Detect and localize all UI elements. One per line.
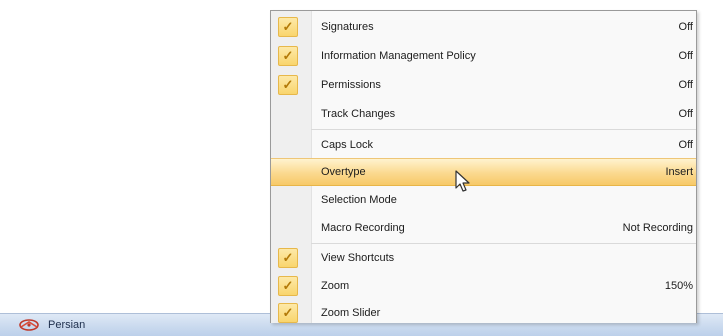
- language-label: Persian: [48, 319, 86, 331]
- menu-item-value: Off: [678, 79, 693, 91]
- menu-item-caps-lock[interactable]: Caps Lock Off: [271, 131, 696, 159]
- menu-item-permissions[interactable]: ✓ Permissions Off: [271, 71, 696, 99]
- menu-item-label: View Shortcuts: [321, 252, 395, 264]
- menu-item-information-management-policy[interactable]: ✓ Information Management Policy Off: [271, 42, 696, 70]
- menu-item-zoom-slider[interactable]: ✓ Zoom Slider: [271, 299, 696, 327]
- menu-item-zoom[interactable]: ✓ Zoom 150%: [271, 272, 696, 300]
- menu-item-label: Information Management Policy: [321, 50, 476, 62]
- menu-item-label: Zoom: [321, 280, 350, 292]
- menu-item-value: Off: [678, 139, 693, 151]
- menu-item-macro-recording[interactable]: Macro Recording Not Recording: [271, 214, 696, 242]
- language-icon: [19, 319, 39, 331]
- checkmark-icon: ✓: [278, 248, 298, 268]
- menu-item-label: Permissions: [321, 79, 381, 91]
- status-bar-customize-menu: ✓ Signatures Off ✓ Information Managemen…: [270, 10, 697, 323]
- language-indicator[interactable]: Persian: [18, 317, 85, 333]
- menu-item-overtype[interactable]: Overtype Insert: [271, 158, 696, 186]
- menu-item-label: Macro Recording: [321, 222, 405, 234]
- checkmark-icon: ✓: [278, 46, 298, 66]
- menu-item-signatures[interactable]: ✓ Signatures Off: [271, 13, 696, 41]
- menu-item-value: Off: [678, 21, 693, 33]
- menu-item-track-changes[interactable]: Track Changes Off: [271, 100, 696, 128]
- menu-item-value: Off: [678, 108, 693, 120]
- mouse-pointer-icon: [455, 170, 470, 192]
- menu-separator: [311, 129, 696, 130]
- menu-item-value: Off: [678, 50, 693, 62]
- checkmark-icon: ✓: [278, 276, 298, 296]
- menu-item-view-shortcuts[interactable]: ✓ View Shortcuts: [271, 244, 696, 272]
- menu-item-label: Caps Lock: [321, 139, 373, 151]
- menu-item-label: Selection Mode: [321, 194, 397, 206]
- checkmark-icon: ✓: [278, 17, 298, 37]
- checkmark-icon: ✓: [278, 75, 298, 95]
- menu-item-selection-mode[interactable]: Selection Mode: [271, 186, 696, 214]
- menu-item-value: Not Recording: [622, 222, 693, 234]
- checkmark-icon: ✓: [278, 303, 298, 323]
- menu-item-label: Zoom Slider: [321, 307, 381, 319]
- menu-item-label: Overtype: [321, 166, 366, 178]
- menu-item-value: 150%: [664, 280, 693, 292]
- menu-item-label: Signatures: [321, 21, 374, 33]
- menu-item-value: Insert: [665, 166, 693, 178]
- menu-item-label: Track Changes: [321, 108, 396, 120]
